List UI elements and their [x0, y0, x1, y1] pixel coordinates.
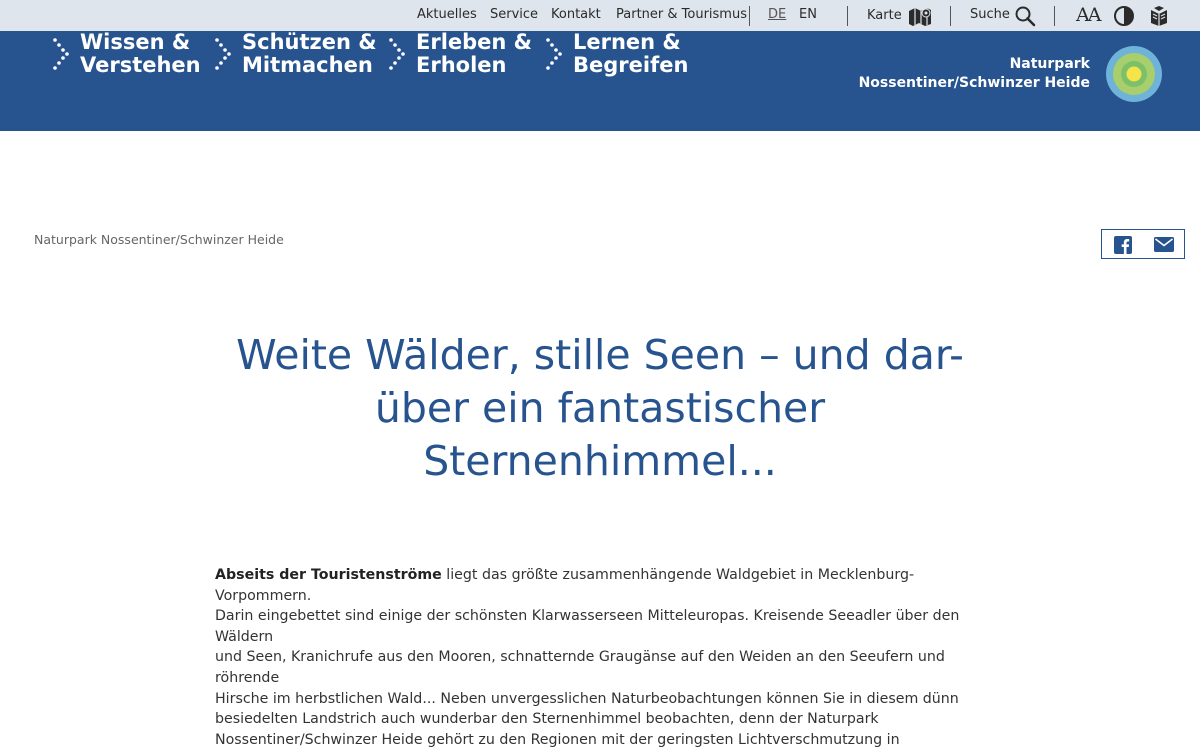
dotted-chevron-icon: [215, 38, 231, 70]
search-icon[interactable]: [1014, 5, 1036, 31]
intro-line: Hirsche im herbstlichen Wald... Neben un…: [215, 690, 959, 707]
intro-line: besiedelten Landstrich auch wunderbar de…: [215, 711, 879, 728]
title-line-2: über ein fantastischer: [374, 384, 826, 432]
nav-label: Schützen & Mitmachen: [242, 30, 377, 77]
utility-bar: Aktuelles Service Kontakt Partner & Tour…: [0, 0, 1200, 31]
intro-paragraph: Abseits der Touristenströme liegt das gr…: [215, 565, 985, 750]
intro-lead: Abseits der Touristenströme: [215, 567, 442, 583]
naturpark-logo[interactable]: [1105, 45, 1163, 103]
divider: [847, 6, 848, 26]
intro-line: und Seen, Kranichrufe aus den Mooren, sc…: [215, 649, 945, 686]
link-service[interactable]: Service: [490, 7, 538, 22]
dotted-chevron-icon: [389, 38, 405, 70]
nav-label: Lernen & Begreifen: [573, 30, 689, 77]
divider: [1054, 6, 1055, 26]
easy-language-icon[interactable]: [1149, 5, 1169, 31]
lang-de[interactable]: DE: [768, 7, 786, 22]
share-box: [1101, 229, 1185, 259]
nav-wissen-verstehen[interactable]: Wissen & Verstehen: [52, 31, 201, 79]
nav-erleben-erholen[interactable]: Erleben & Erholen: [388, 31, 532, 79]
nav-label: Erleben & Erholen: [416, 30, 532, 77]
dotted-chevron-icon: [546, 38, 562, 70]
facebook-icon[interactable]: [1114, 236, 1132, 258]
intro-line: Darin eingebettet sind einige der schöns…: [215, 608, 960, 645]
nav-lernen-begreifen[interactable]: Lernen & Begreifen: [545, 30, 689, 79]
divider: [950, 6, 951, 26]
link-partner-tourismus[interactable]: Partner & Tourismus: [616, 7, 747, 22]
page-title: Weite Wälder, stille Seen – und dar- übe…: [150, 329, 1050, 488]
search-label[interactable]: Suche: [970, 7, 1010, 22]
nav-schuetzen-mitmachen[interactable]: Schützen & Mitmachen: [214, 31, 377, 79]
contrast-icon[interactable]: [1113, 5, 1135, 31]
title-line-3: Sternenhimmel...: [423, 437, 777, 485]
link-aktuelles[interactable]: Aktuelles: [417, 7, 477, 22]
intro-line: Abseits der Touristenströme liegt das gr…: [215, 565, 985, 606]
divider: [749, 6, 750, 26]
map-label[interactable]: Karte: [867, 8, 902, 23]
lang-en[interactable]: EN: [799, 7, 817, 22]
map-icon[interactable]: [907, 5, 933, 31]
breadcrumb[interactable]: Naturpark Nossentiner/Schwinzer Heide: [34, 232, 284, 247]
intro-line: Nossentiner/Schwinzer Heide gehört zu de…: [215, 731, 900, 748]
brand-line-1: Naturpark: [1009, 56, 1090, 72]
title-line-1: Weite Wälder, stille Seen – und dar-: [236, 331, 964, 379]
brand-line-2: Nossentiner/Schwinzer Heide: [858, 75, 1090, 91]
nav-label: Wissen & Verstehen: [80, 30, 201, 77]
mail-icon[interactable]: [1154, 237, 1174, 256]
brand-name[interactable]: Naturpark Nossentiner/Schwinzer Heide: [859, 55, 1090, 93]
dotted-chevron-icon: [53, 38, 69, 70]
link-kontakt[interactable]: Kontakt: [551, 7, 601, 22]
font-size-toggle[interactable]: AA: [1076, 4, 1101, 26]
